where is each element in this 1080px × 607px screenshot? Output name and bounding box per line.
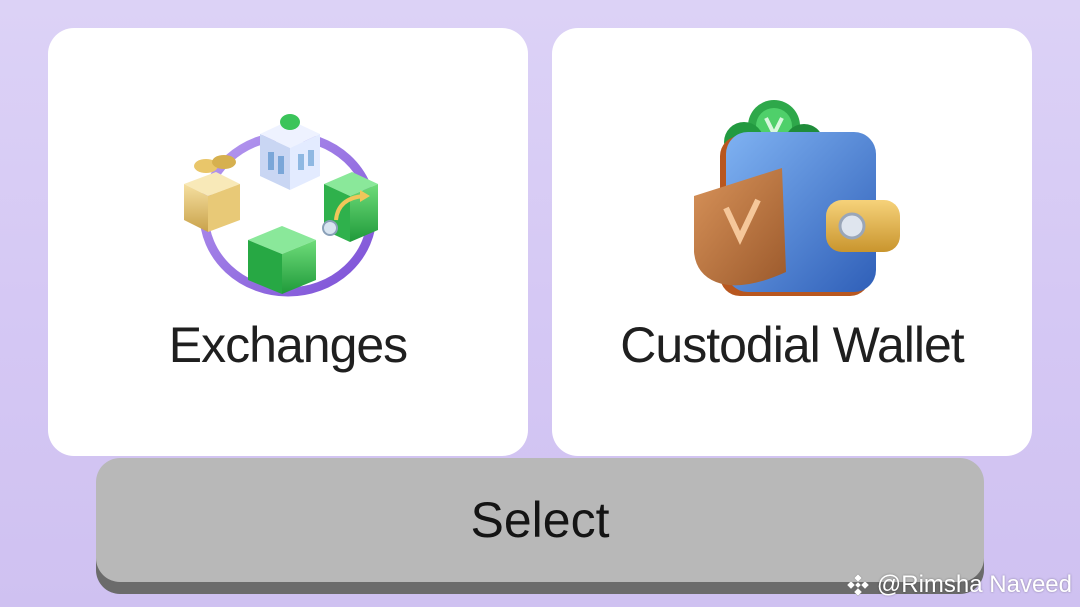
select-button-label: Select	[470, 492, 610, 548]
exchange-cycle-icon	[184, 114, 378, 297]
binance-logo-icon	[846, 573, 870, 597]
watermark-text: @Rimsha Naveed	[876, 571, 1072, 598]
custodial-wallet-label: Custodial Wallet	[620, 317, 964, 373]
wallet-icon	[694, 100, 900, 296]
custodial-wallet-option-card[interactable]: Custodial Wallet	[552, 28, 1032, 456]
exchanges-option-card[interactable]: Exchanges	[48, 28, 528, 456]
exchanges-label: Exchanges	[168, 317, 408, 373]
watermark: @Rimsha Naveed	[845, 571, 1072, 599]
select-button[interactable]: Select	[96, 458, 984, 582]
